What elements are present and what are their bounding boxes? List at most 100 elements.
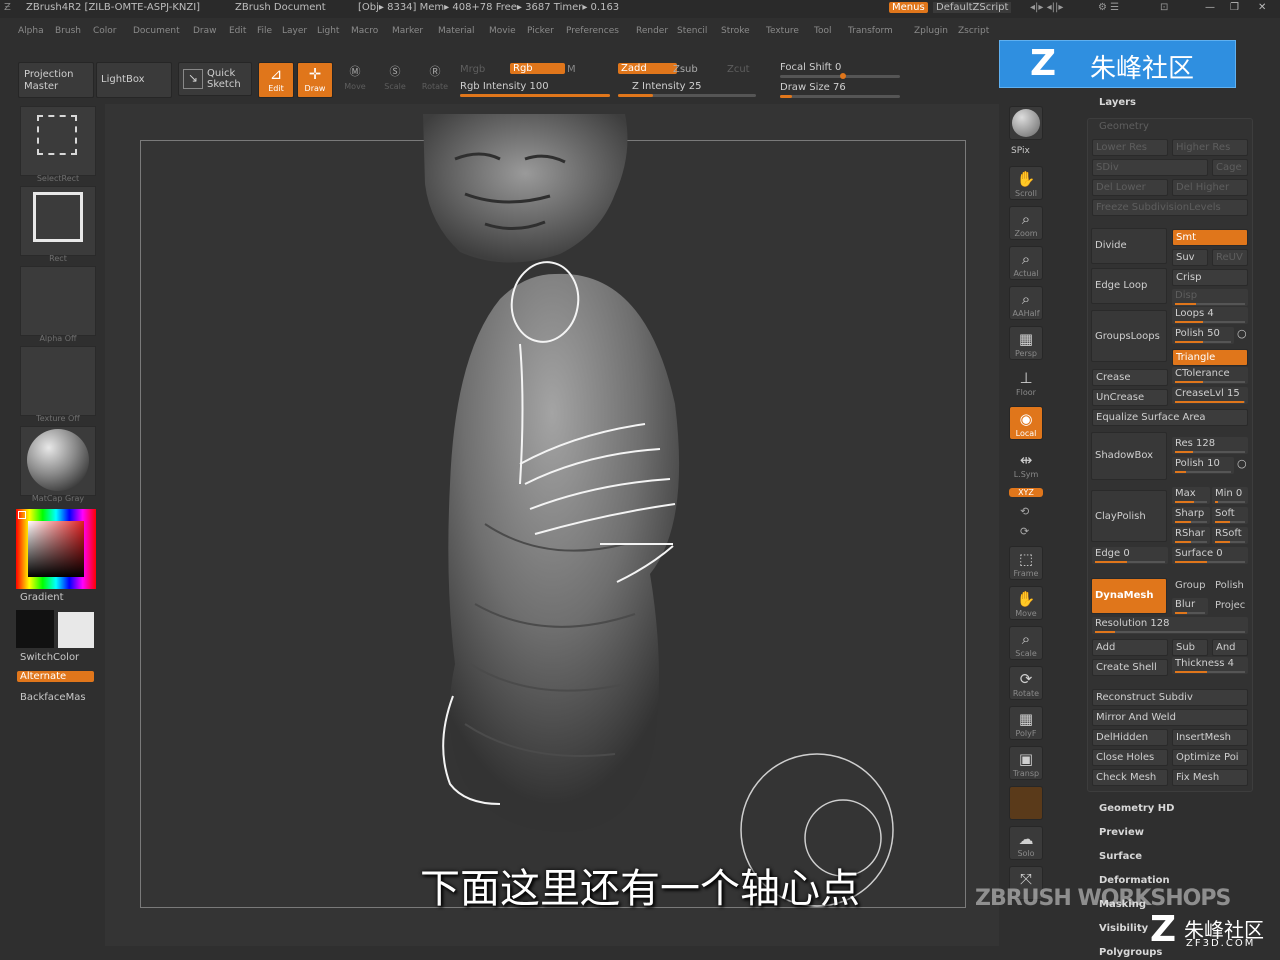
transp-button[interactable]: ▣ Transp: [1009, 746, 1043, 780]
insert-mesh-button[interactable]: InsertMesh: [1172, 729, 1248, 746]
groups-loops-button[interactable]: GroupsLoops: [1091, 310, 1167, 362]
body-mesh[interactable]: [448, 273, 680, 833]
menu-material[interactable]: Material: [438, 26, 475, 36]
spix-label[interactable]: SPix: [1011, 146, 1030, 156]
menu-brush[interactable]: Brush: [55, 26, 81, 36]
lsym-button[interactable]: ⇹ L.Sym: [1009, 448, 1043, 482]
zcut-button[interactable]: Zcut: [727, 64, 750, 75]
ctolerance-slider[interactable]: CTolerance: [1172, 367, 1248, 384]
menu-zplugin[interactable]: Zplugin: [914, 26, 948, 36]
menu-stroke[interactable]: Stroke: [721, 26, 750, 36]
menu-light[interactable]: Light: [317, 26, 339, 36]
menu-draw[interactable]: Draw: [193, 26, 217, 36]
suv-toggle[interactable]: Suv: [1172, 249, 1208, 266]
alternate-toggle[interactable]: Alternate: [17, 671, 94, 682]
head-mesh[interactable]: [423, 114, 628, 263]
menu-zscript[interactable]: Zscript: [958, 26, 989, 36]
menu-texture[interactable]: Texture: [766, 26, 799, 36]
local-button[interactable]: ◉ Local: [1009, 406, 1043, 440]
move-button[interactable]: Ⓜ Move: [338, 62, 372, 98]
floor-button[interactable]: ⊥ Floor: [1009, 366, 1043, 400]
persp-button[interactable]: ▦ Persp: [1009, 326, 1043, 360]
color-picker[interactable]: [16, 509, 96, 589]
viewport-svg[interactable]: [105, 104, 999, 946]
polish-slider[interactable]: Polish 50: [1172, 327, 1234, 344]
del-higher-button[interactable]: Del Higher: [1172, 179, 1248, 196]
menu-movie[interactable]: Movie: [489, 26, 516, 36]
rotate-view-button[interactable]: ⟳ Rotate: [1009, 666, 1043, 700]
menu-alpha[interactable]: Alpha: [18, 26, 44, 36]
select-rect-tile[interactable]: [20, 106, 96, 176]
rsoft-slider[interactable]: RSoft: [1212, 527, 1248, 544]
check-mesh-button[interactable]: Check Mesh: [1092, 769, 1168, 786]
disp-slider[interactable]: Disp: [1172, 289, 1248, 306]
edge-slider[interactable]: Edge 0: [1092, 547, 1168, 564]
polish-circle-icon[interactable]: ○: [1237, 327, 1247, 340]
min-slider[interactable]: Min 0: [1212, 487, 1248, 504]
menu-color[interactable]: Color: [93, 26, 117, 36]
z-intensity-slider[interactable]: [618, 94, 756, 97]
rgb-button[interactable]: Rgb: [510, 63, 565, 74]
rotate-y-icon[interactable]: ⟲: [1020, 505, 1029, 518]
material-tile[interactable]: [20, 426, 96, 496]
surface-section[interactable]: Surface: [1099, 851, 1142, 862]
close-icon[interactable]: ✕: [1258, 2, 1266, 13]
sb-polish-circle-icon[interactable]: ○: [1237, 457, 1247, 470]
smt-toggle[interactable]: Smt: [1172, 229, 1248, 246]
mirror-weld-button[interactable]: Mirror And Weld: [1092, 709, 1248, 726]
restore-icon[interactable]: ❐: [1230, 2, 1239, 13]
equalize-surface-button[interactable]: Equalize Surface Area: [1092, 409, 1248, 426]
scale-view-button[interactable]: ⌕ Scale: [1009, 626, 1043, 660]
actual-button[interactable]: ⌕ Actual: [1009, 246, 1043, 280]
zoom-button[interactable]: ⌕ Zoom: [1009, 206, 1043, 240]
visibility-section[interactable]: Visibility: [1099, 923, 1148, 934]
optimize-points-button[interactable]: Optimize Poi: [1172, 749, 1248, 766]
rotate-button[interactable]: Ⓡ Rotate: [418, 62, 452, 98]
quick-sketch-button[interactable]: ↘ Quick Sketch: [178, 62, 252, 96]
project-toggle[interactable]: Projec: [1215, 600, 1245, 611]
menu-picker[interactable]: Picker: [527, 26, 554, 36]
gradient-label[interactable]: Gradient: [20, 592, 64, 603]
freeze-subdiv-button[interactable]: Freeze SubdivisionLevels: [1092, 199, 1248, 216]
reuv-toggle[interactable]: ReUV: [1212, 249, 1248, 266]
group-toggle[interactable]: Group: [1175, 580, 1205, 591]
scale-button[interactable]: Ⓢ Scale: [378, 62, 412, 98]
color-picker-square[interactable]: [28, 521, 84, 577]
triangle-toggle[interactable]: Triangle: [1172, 349, 1248, 366]
m-button[interactable]: M: [567, 64, 576, 75]
script-button[interactable]: DefaultZScript: [933, 2, 1012, 13]
menu-render[interactable]: Render: [636, 26, 668, 36]
texture-tile[interactable]: [20, 346, 96, 416]
dynamesh-button[interactable]: DynaMesh: [1091, 578, 1167, 614]
crease-lvl-slider[interactable]: CreaseLvl 15: [1172, 387, 1248, 404]
draw-size-slider[interactable]: [780, 95, 900, 98]
focal-shift-slider[interactable]: [780, 73, 900, 79]
close-holes-button[interactable]: Close Holes: [1092, 749, 1168, 766]
soft-slider[interactable]: Soft: [1212, 507, 1248, 524]
rgb-intensity-slider[interactable]: [460, 94, 610, 97]
thickness-slider[interactable]: Thickness 4: [1172, 657, 1248, 674]
menu-document[interactable]: Document: [133, 26, 180, 36]
and-button[interactable]: And: [1212, 639, 1248, 656]
polyf-button[interactable]: ▦ PolyF: [1009, 706, 1043, 740]
higher-res-button[interactable]: Higher Res: [1172, 139, 1248, 156]
menu-layer[interactable]: Layer: [282, 26, 307, 36]
crisp-toggle[interactable]: Crisp: [1172, 269, 1248, 286]
del-hidden-button[interactable]: DelHidden: [1092, 729, 1168, 746]
create-shell-button[interactable]: Create Shell: [1092, 659, 1168, 676]
geometry-hd-section[interactable]: Geometry HD: [1099, 803, 1174, 814]
menu-preferences[interactable]: Preferences: [566, 26, 619, 36]
rsharp-slider[interactable]: RShar: [1172, 527, 1210, 544]
fix-mesh-button[interactable]: Fix Mesh: [1172, 769, 1248, 786]
claypolish-button[interactable]: ClayPolish: [1091, 490, 1167, 542]
bpr-button[interactable]: [1009, 106, 1043, 140]
window-controls-icon[interactable]: ◂|▸ ◂||▸: [1030, 2, 1063, 13]
draw-button[interactable]: ✛ Draw: [297, 62, 333, 98]
crease-button[interactable]: Crease: [1092, 369, 1168, 386]
add-button[interactable]: Add: [1092, 639, 1168, 656]
divide-button[interactable]: Divide: [1091, 228, 1167, 264]
mrgb-button[interactable]: Mrgb: [460, 64, 485, 75]
scroll-button[interactable]: ✋ Scroll: [1009, 166, 1043, 200]
move-view-button[interactable]: ✋ Move: [1009, 586, 1043, 620]
xyz-toggle[interactable]: XYZ: [1009, 488, 1043, 497]
